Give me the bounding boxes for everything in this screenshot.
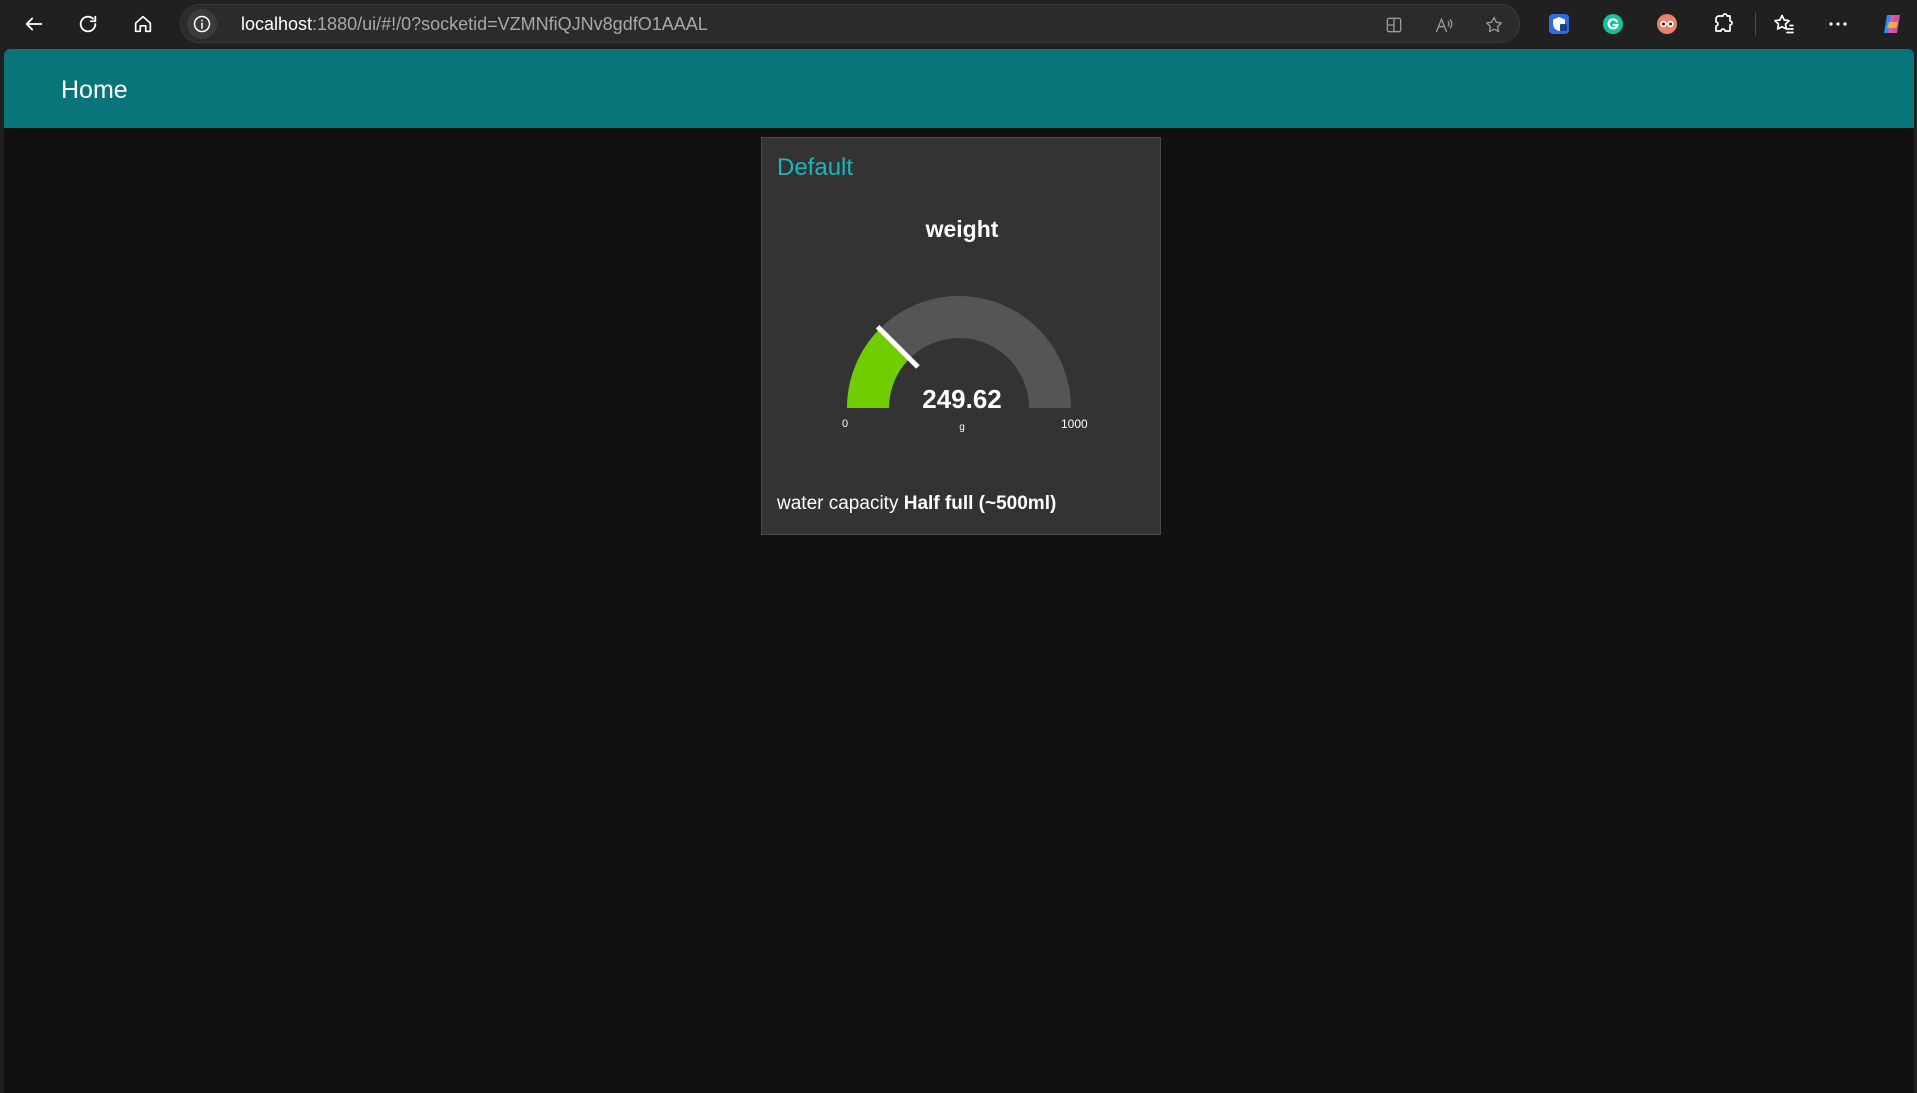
url-text[interactable]: localhost:1880/ui/#!/0?socketid=VZMNfiQJ… — [241, 14, 708, 35]
grammarly-icon — [1603, 14, 1623, 34]
read-aloud-icon — [1435, 17, 1453, 33]
split-screen-button[interactable] — [1381, 12, 1407, 38]
info-icon — [193, 15, 211, 33]
url-path: :1880/ui/#!/0?socketid=VZMNfiQJNv8gdfO1A… — [312, 14, 708, 34]
copilot-button[interactable] — [1877, 9, 1907, 39]
page-title: Home — [61, 76, 128, 104]
app-header: Home — [4, 49, 1914, 128]
gauge-min-label: 0 — [842, 418, 849, 430]
more-button[interactable] — [1823, 9, 1853, 39]
split-screen-icon — [1386, 17, 1402, 33]
grammarly-button[interactable] — [1598, 9, 1628, 39]
extensions-button[interactable] — [1708, 9, 1738, 39]
browser-toolbar: localhost:1880/ui/#!/0?socketid=VZMNfiQJ… — [0, 0, 1917, 48]
favorite-button[interactable] — [1481, 12, 1507, 38]
back-button[interactable] — [16, 6, 52, 42]
refresh-icon — [79, 15, 97, 33]
read-aloud-button[interactable] — [1431, 12, 1457, 38]
water-capacity-text: water capacity Half full (~500ml) — [777, 493, 1056, 515]
site-info-button[interactable] — [187, 9, 217, 39]
eyes-extension-icon — [1657, 14, 1677, 34]
shield-extension-icon — [1549, 14, 1569, 34]
gauge-units: g — [959, 422, 965, 433]
shield-extension-button[interactable] — [1544, 9, 1574, 39]
refresh-button[interactable] — [70, 6, 106, 42]
star-icon — [1486, 16, 1502, 33]
home-icon — [134, 15, 152, 33]
favorites-icon — [1774, 14, 1794, 34]
copilot-icon — [1884, 15, 1900, 33]
more-icon — [1829, 22, 1847, 26]
address-bar[interactable]: localhost:1880/ui/#!/0?socketid=VZMNfiQJ… — [180, 4, 1520, 43]
url-host: localhost — [241, 14, 313, 34]
puzzle-extensions-icon — [1715, 13, 1733, 32]
eyes-extension-button[interactable] — [1652, 9, 1682, 39]
dashboard-page: Home Default weight 249.62 g 0 1000 wate… — [4, 49, 1914, 1093]
water-capacity-label: water capacity — [777, 493, 899, 514]
toolbar-separator — [1755, 12, 1756, 36]
group-card-default: Default weight 249.62 g 0 1000 water cap… — [761, 137, 1161, 535]
home-button[interactable] — [125, 6, 161, 42]
water-capacity-value: Half full (~500ml) — [903, 493, 1057, 514]
back-arrow-icon — [25, 17, 43, 31]
gauge-max-label: 1000 — [1061, 417, 1088, 431]
gauge-value: 249.62 — [922, 384, 1002, 414]
favorites-button[interactable] — [1769, 9, 1799, 39]
